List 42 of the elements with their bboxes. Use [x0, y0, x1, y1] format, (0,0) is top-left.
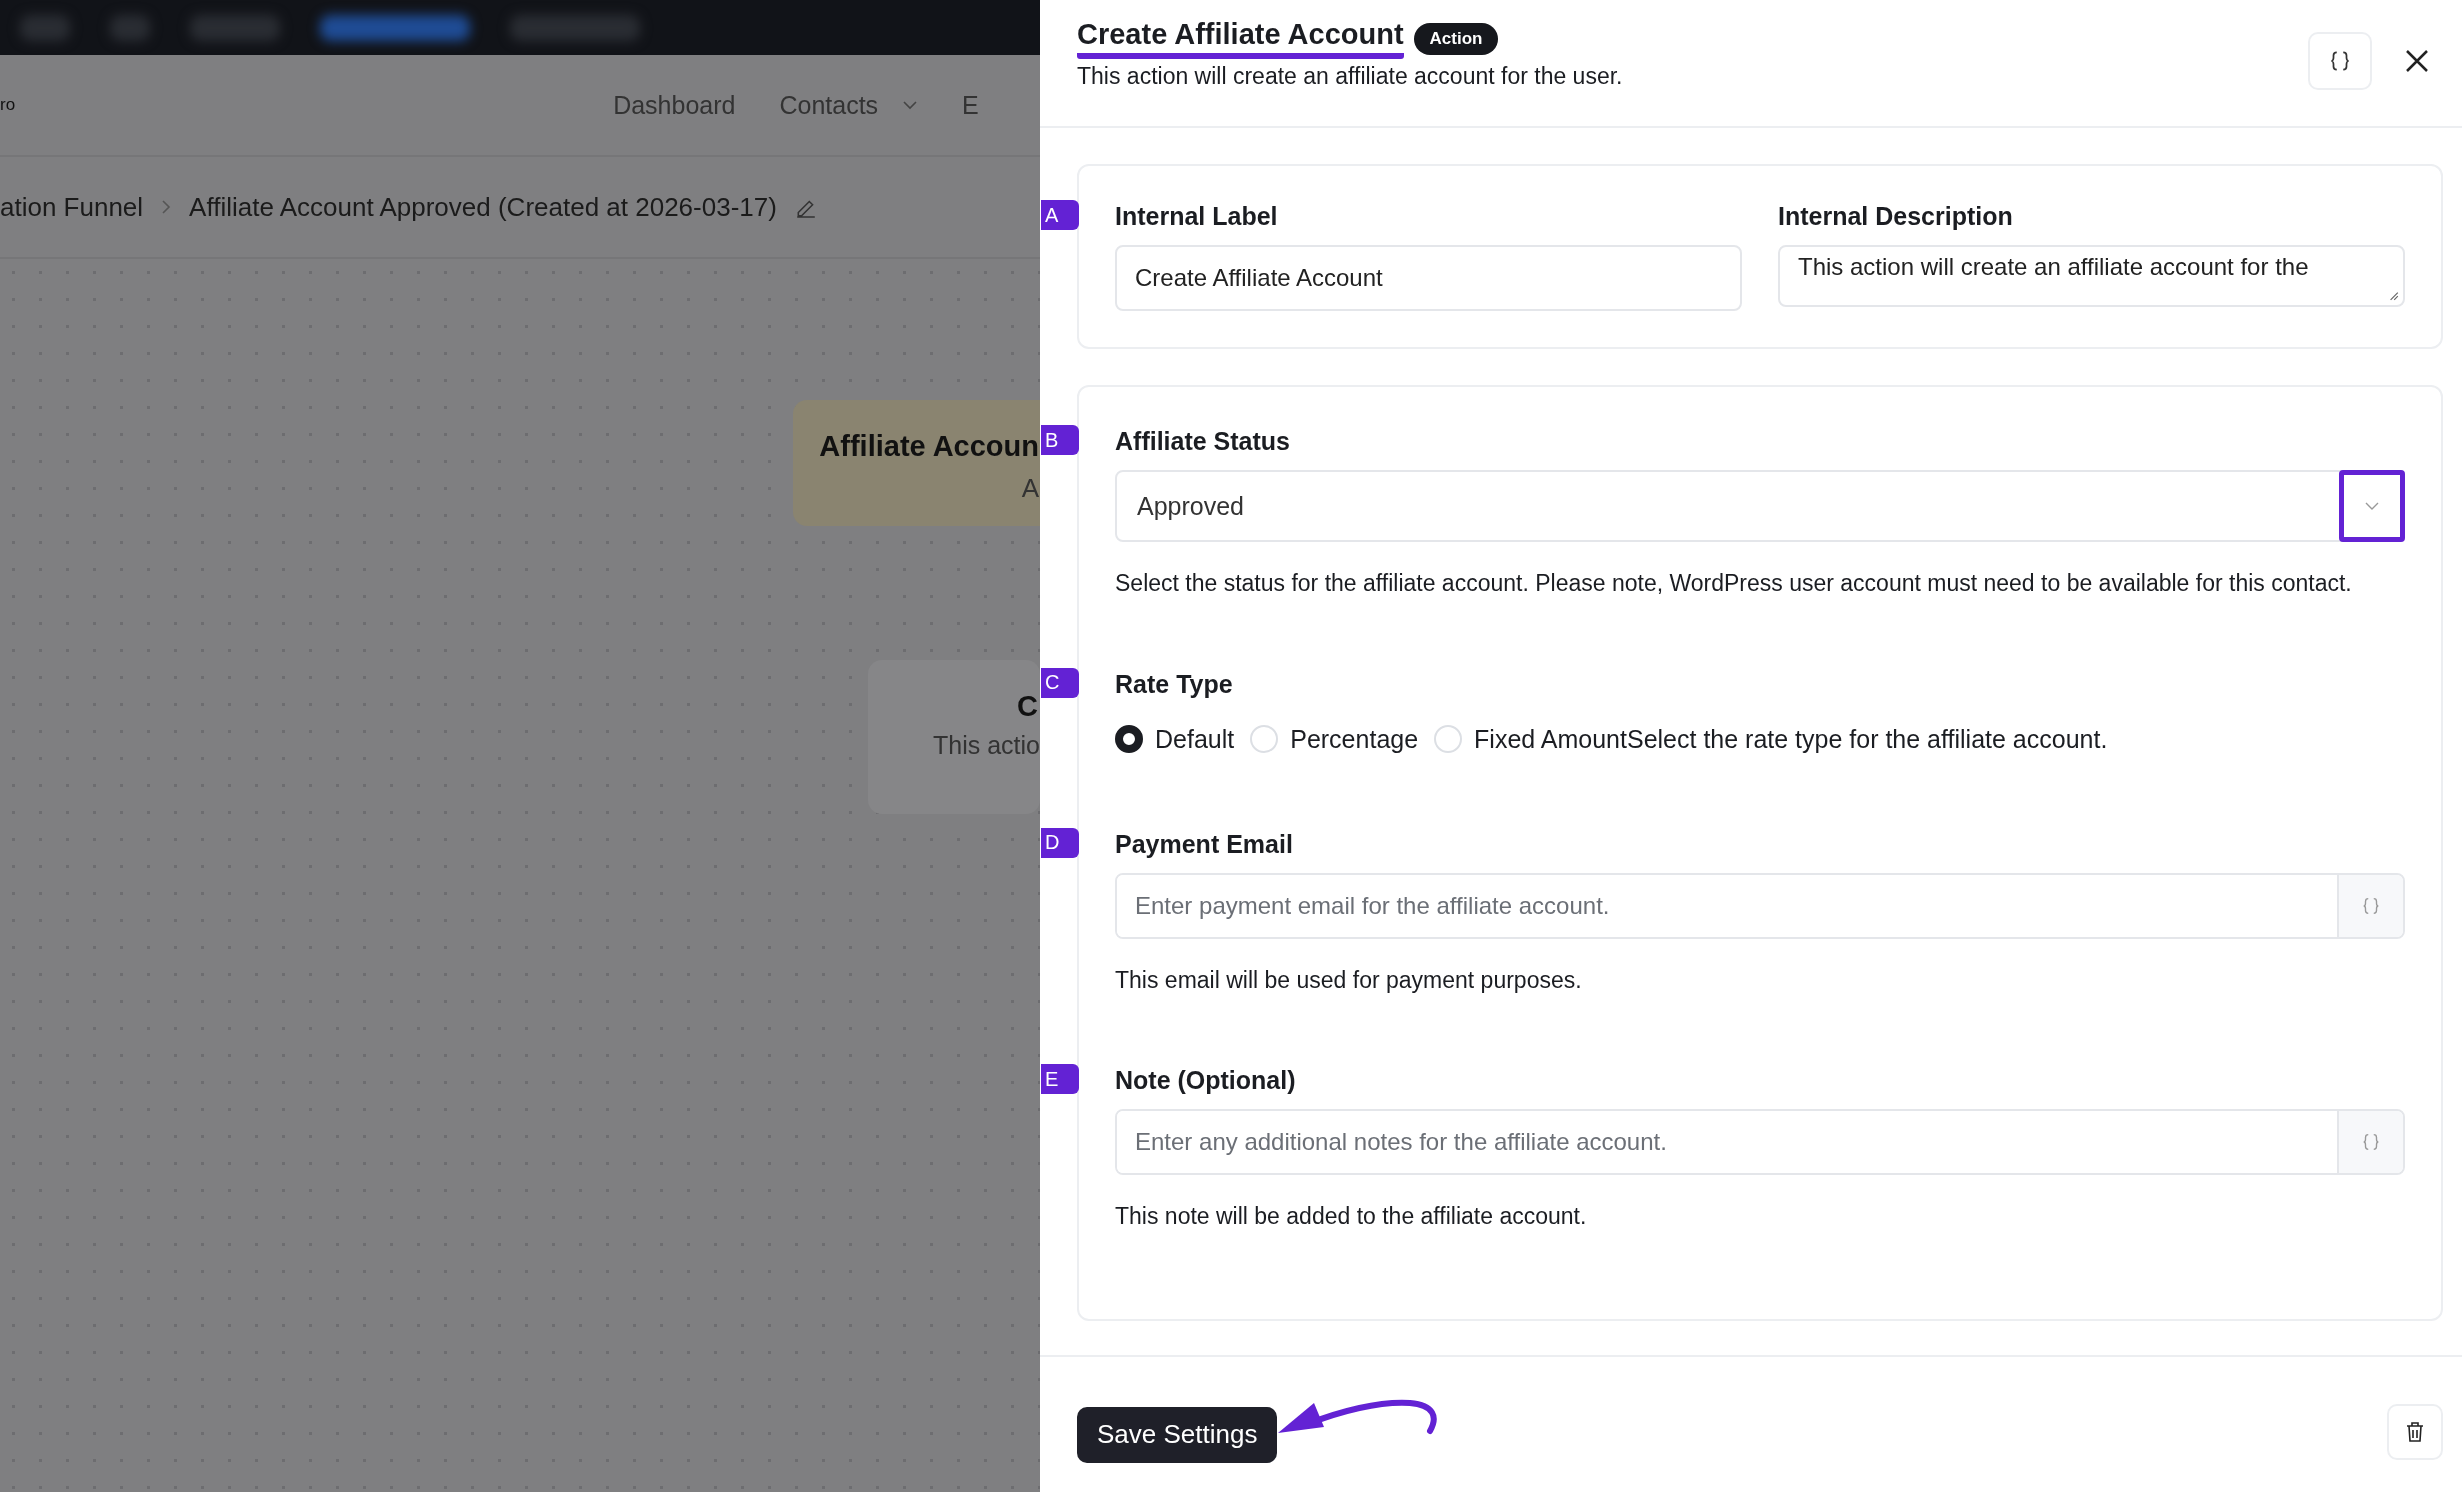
node-subtitle: A — [1021, 473, 1039, 504]
workflow-node[interactable]: Affiliate Accoun A — [793, 400, 1040, 526]
help-text: Select the rate type for the affiliate account. — [1626, 724, 2108, 754]
annotation-marker: C — [1041, 667, 1079, 698]
field-label: Internal Label — [1115, 202, 1279, 231]
field-label: Note (Optional) — [1115, 1066, 1297, 1096]
workflow-node[interactable]: C This actio — [868, 660, 1040, 814]
text-input[interactable]: Create Affiliate Account — [1115, 245, 1742, 311]
annotation-marker: D — [1041, 827, 1079, 858]
annotation-marker: E — [1041, 1064, 1079, 1095]
delete-button[interactable] — [2387, 1403, 2443, 1460]
radio-option[interactable]: Fixed Amount — [1434, 724, 1627, 754]
textarea-field[interactable]: This action will create an affiliate account for the — [1778, 245, 2405, 307]
breadcrumb-item[interactable]: Affiliate Account Approved (Created at 2026-03-17) — [189, 191, 777, 223]
node-title: Affiliate Accoun — [819, 430, 1040, 463]
dropdown-toggle[interactable] — [2339, 470, 2405, 542]
annotation-marker: A — [1041, 200, 1079, 230]
field-label: Payment Email — [1115, 829, 1294, 859]
annotation-marker: B — [1041, 425, 1079, 455]
field-label: Internal Description — [1778, 202, 2014, 231]
node-title: C — [1017, 690, 1038, 723]
select-field[interactable]: Approved — [1115, 470, 2405, 542]
action-badge: Action — [1413, 22, 1499, 55]
chevron-down-icon — [2364, 501, 2380, 511]
input-field[interactable]: Enter any additional notes for the affiliate account. — [1115, 1109, 2405, 1176]
field-label: Rate Type — [1115, 669, 1234, 699]
field-label: Affiliate Status — [1115, 427, 1292, 456]
radio-option[interactable]: Percentage — [1250, 724, 1419, 754]
breadcrumb-item[interactable]: ation Funnel — [0, 191, 144, 223]
brand-name: ro — [0, 95, 16, 115]
radio-option[interactable]: Default — [1115, 724, 1235, 754]
input-field[interactable]: Enter payment email for the affiliate account. — [1115, 872, 2405, 939]
node-subtitle: This actio — [933, 731, 1040, 760]
drawer-description: This action will create an affiliate account for the user. — [1077, 63, 1623, 90]
chevron-down-icon — [902, 100, 919, 110]
help-text: Select the status for the affiliate account. Please note, WordPress user account must need to be available for this contact. — [1115, 569, 2353, 598]
resize-grip-icon[interactable] — [2387, 289, 2399, 301]
chevron-right-icon — [161, 199, 172, 215]
help-text: This email will be used for payment purposes. — [1115, 965, 1583, 995]
help-text: This note will be added to the affiliate account. — [1115, 1202, 1588, 1232]
save-button[interactable]: Save Settings — [1077, 1406, 1278, 1463]
drawer-title: Create Affiliate Account — [1077, 18, 1404, 59]
